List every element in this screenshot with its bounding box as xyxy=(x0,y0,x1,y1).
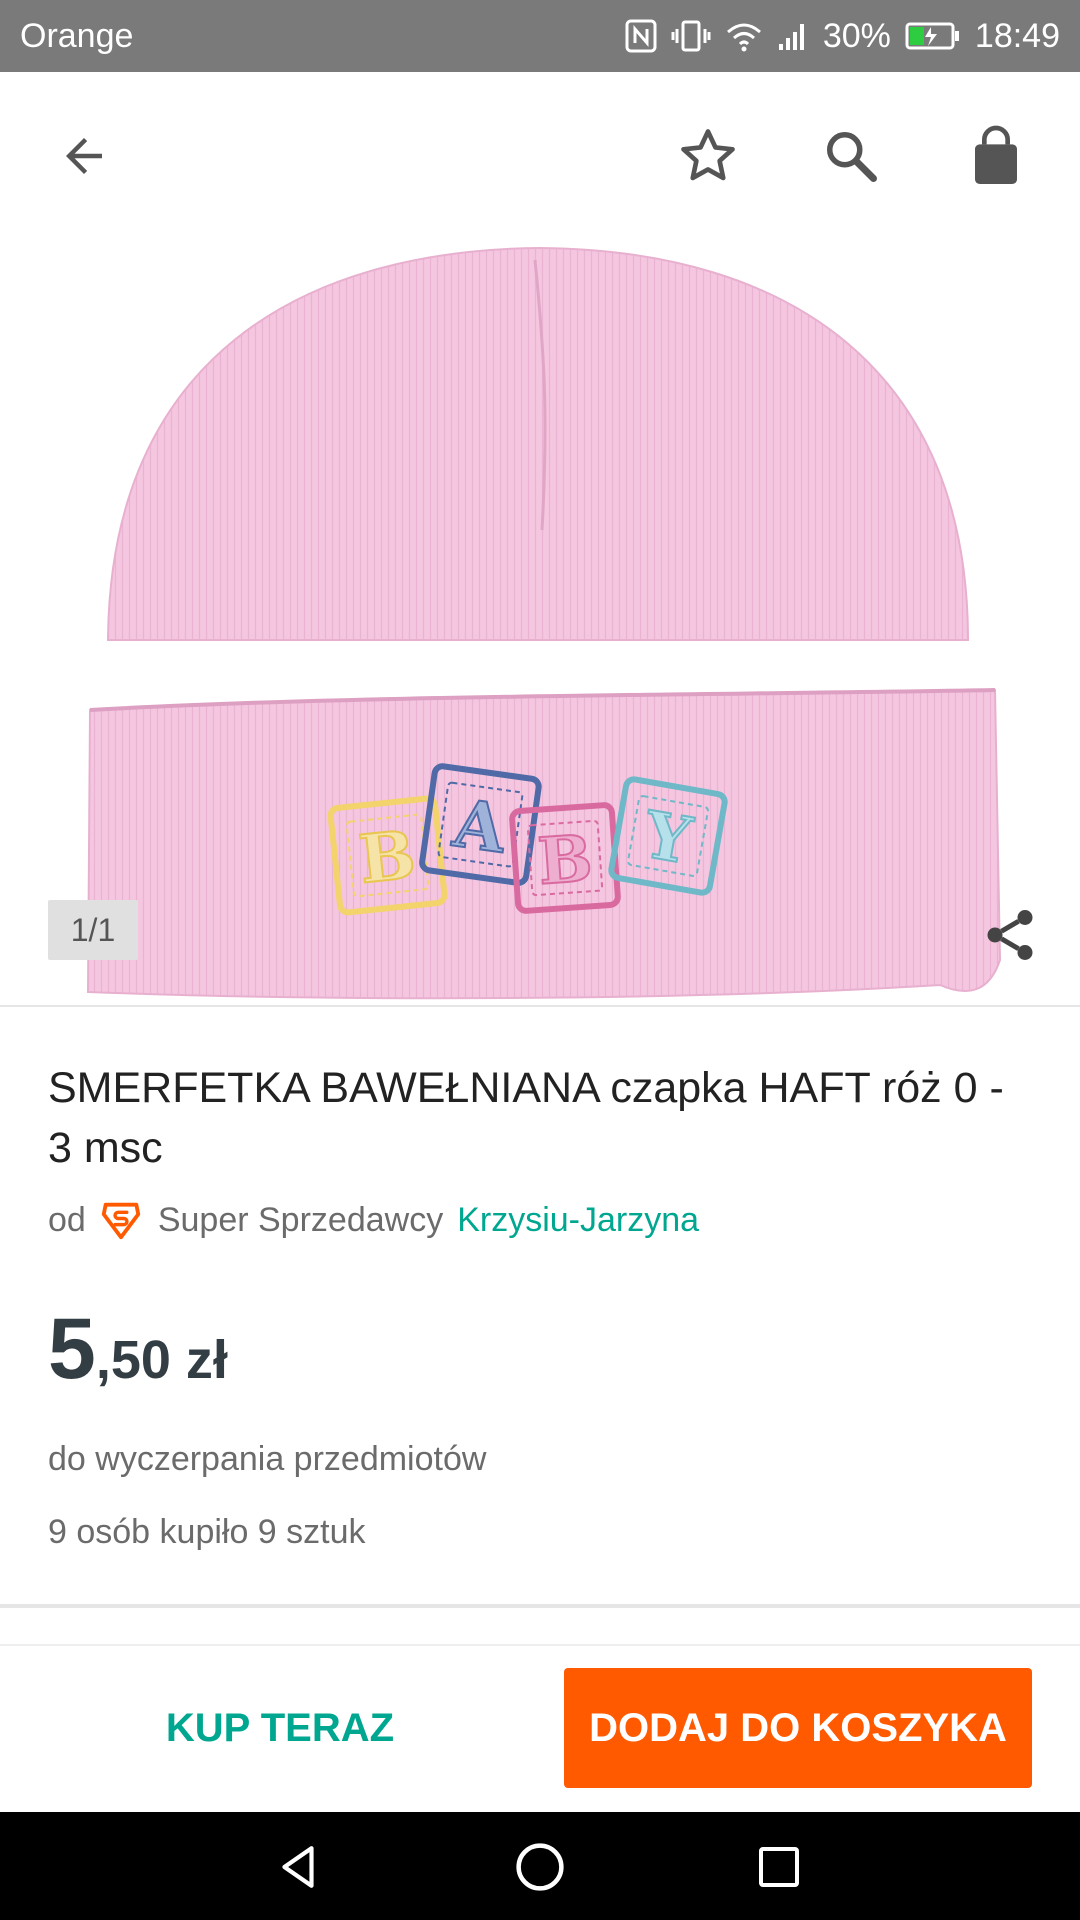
cart-button[interactable] xyxy=(956,116,1036,196)
clock: 18:49 xyxy=(974,16,1060,55)
seller-prefix: od xyxy=(48,1200,86,1239)
system-nav-bar xyxy=(0,1812,1080,1920)
product-image: B A B Y xyxy=(86,246,1002,1000)
buy-now-button[interactable]: KUP TERAZ xyxy=(60,1668,500,1788)
image-counter: 1/1 xyxy=(48,900,138,960)
search-icon xyxy=(827,132,877,182)
seller-badge-label: Super Sprzedawcy xyxy=(157,1200,444,1239)
price-major: 5 xyxy=(48,1301,96,1397)
signal-icon xyxy=(777,20,809,52)
vibrate-icon xyxy=(671,19,711,53)
super-seller-badge-icon xyxy=(98,1197,144,1243)
favorite-button[interactable] xyxy=(668,116,748,196)
nav-home-icon xyxy=(516,1843,564,1891)
product-image-gallery[interactable]: B A B Y xyxy=(0,240,1080,1005)
back-arrow-icon xyxy=(66,138,102,174)
availability-text: do wyczerpania przedmiotów xyxy=(48,1440,487,1478)
carrier-name: Orange xyxy=(20,16,134,55)
svg-text:B: B xyxy=(355,815,419,898)
status-icons: 30% 18:49 xyxy=(625,17,1060,56)
seller-name-link[interactable]: Krzysiu-Jarzyna xyxy=(457,1201,699,1240)
share-button[interactable] xyxy=(975,900,1045,970)
search-button[interactable] xyxy=(811,116,891,196)
app-bar xyxy=(0,72,1080,240)
nav-home-button[interactable] xyxy=(505,1832,575,1902)
sold-count-text: 9 osób kupiło 9 sztuk xyxy=(48,1513,366,1551)
battery-charging-icon xyxy=(905,21,961,51)
price: 5,50 zł xyxy=(48,1300,228,1399)
product-title: SMERFETKA BAWEŁNIANA czapka HAFT róż 0 -… xyxy=(48,1064,1004,1172)
price-minor: ,50 zł xyxy=(95,1330,228,1390)
divider xyxy=(0,1604,1080,1608)
status-bar: Orange 30% 18:49 xyxy=(0,0,1080,72)
nav-back-icon xyxy=(282,1846,314,1888)
share-icon xyxy=(987,910,1033,960)
add-to-cart-button[interactable]: DODAJ DO KOSZYKA xyxy=(564,1668,1032,1788)
purchase-bar: KUP TERAZ DODAJ DO KOSZYKA xyxy=(0,1646,1080,1812)
nfc-icon xyxy=(625,19,657,53)
wifi-icon xyxy=(725,20,763,52)
seller-info: od Super Sprzedawcy Krzysiu-Jarzyna xyxy=(48,1195,699,1245)
star-icon xyxy=(681,129,735,181)
back-button[interactable] xyxy=(44,116,124,196)
nav-recents-button[interactable] xyxy=(744,1832,814,1902)
divider xyxy=(0,1005,1080,1007)
svg-text:B: B xyxy=(536,821,595,900)
nav-back-button[interactable] xyxy=(264,1832,334,1902)
nav-recents-icon xyxy=(759,1847,799,1887)
shopping-bag-icon xyxy=(975,125,1017,184)
battery-percent: 30% xyxy=(822,16,891,55)
